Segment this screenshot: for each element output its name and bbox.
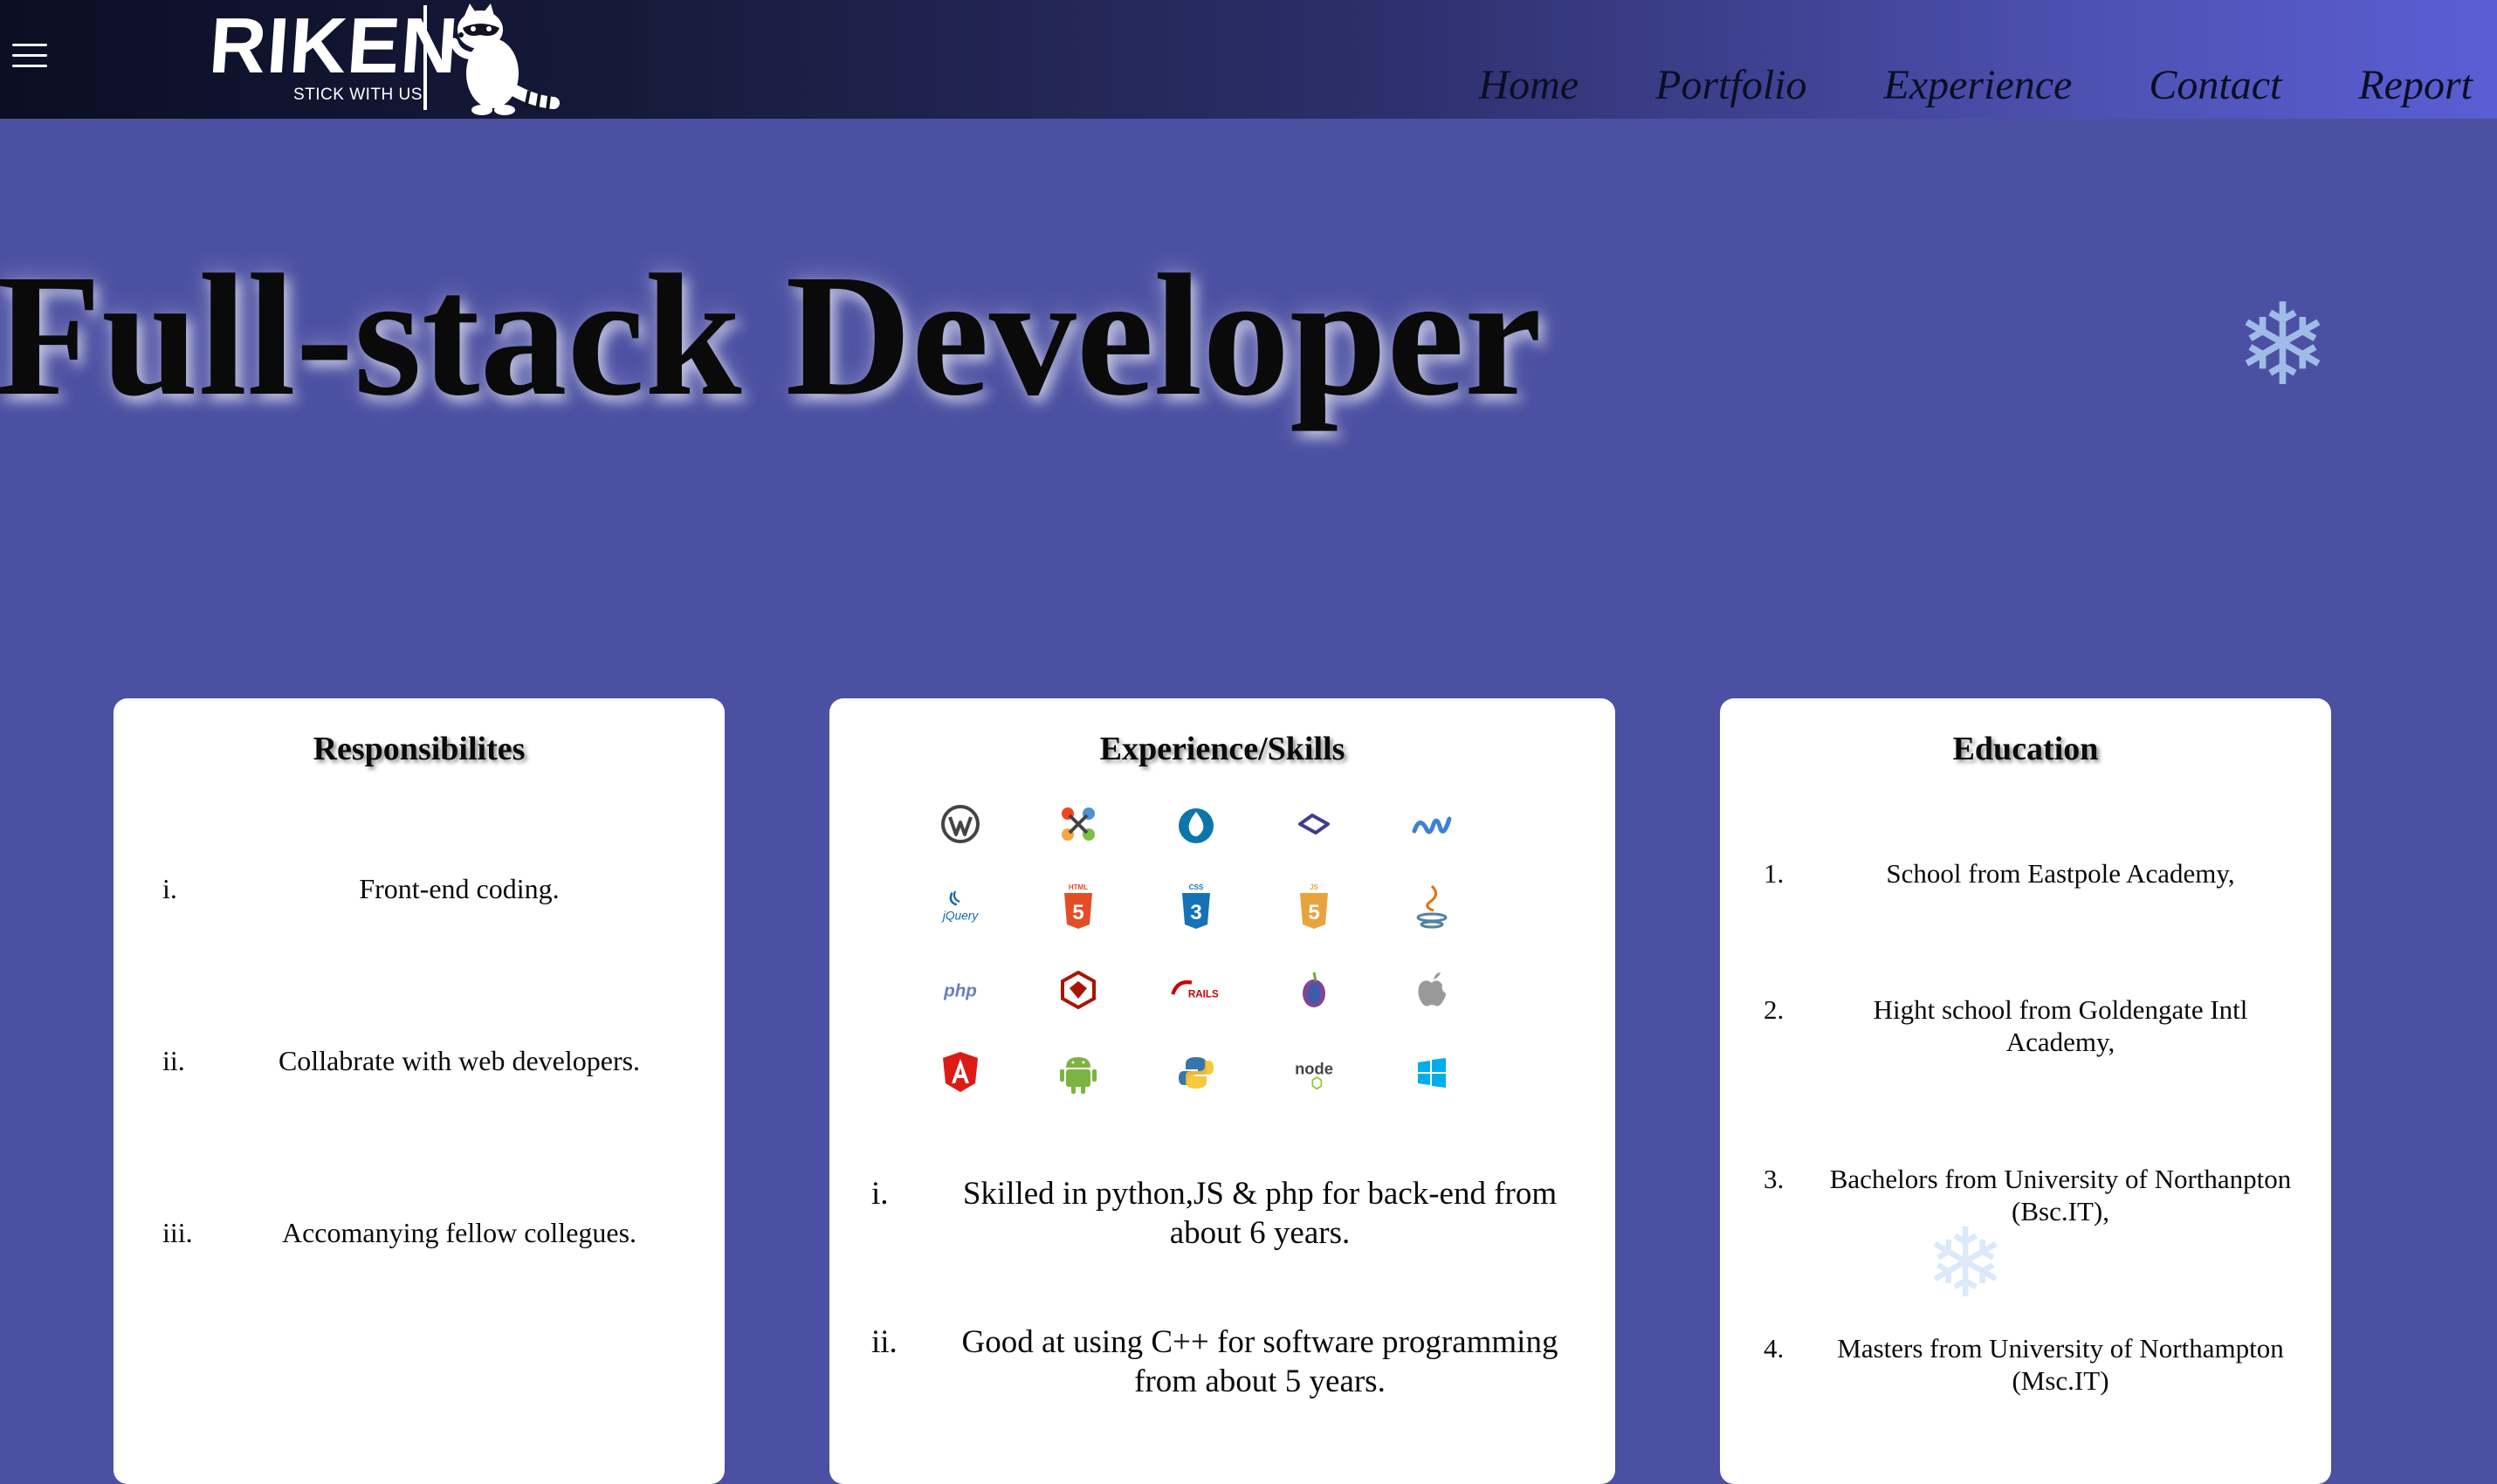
- list-number: ii.: [871, 1324, 898, 1360]
- nav-home[interactable]: Home: [1479, 61, 1579, 109]
- svg-text:3: 3: [1190, 901, 1201, 924]
- svg-text:5: 5: [1308, 901, 1319, 924]
- raccoon-mascot-icon: [450, 3, 560, 115]
- apple-icon: [1406, 964, 1458, 1016]
- joomla-icon: [1052, 798, 1104, 850]
- list-text: Front-end coding.: [359, 873, 560, 904]
- windows-icon: [1406, 1047, 1458, 1099]
- node-icon: node: [1288, 1047, 1340, 1099]
- list-item: 1. School from Eastpole Academy,: [1764, 857, 2296, 890]
- list-item: i. Front-end coding.: [162, 873, 686, 905]
- list-text: Masters from University of Northampton (…: [1837, 1333, 2284, 1397]
- python-icon: [1170, 1047, 1222, 1099]
- list-item: i. Skilled in python,JS & php for back-e…: [871, 1174, 1587, 1253]
- responsibilities-card: Responsibilites i. Front-end coding. ii.…: [114, 698, 725, 1484]
- list-text: Good at using C++ for software programmi…: [961, 1324, 1558, 1400]
- list-text: School from Eastpole Academy,: [1886, 858, 2235, 889]
- list-item: 2. Hight school from Goldengate Intl Aca…: [1764, 993, 2296, 1058]
- java-icon: [1406, 881, 1458, 933]
- list-number: 4.: [1764, 1333, 1785, 1364]
- zend-icon: [1288, 798, 1340, 850]
- ruby-icon: [1052, 964, 1104, 1016]
- list-number: i.: [871, 1176, 889, 1212]
- svg-text:5: 5: [1072, 901, 1083, 924]
- brand-logo[interactable]: RIKEN STICK WITH US: [207, 0, 576, 119]
- nav-portfolio[interactable]: Portfolio: [1655, 61, 1806, 109]
- skills-card: Experience/Skills jQuery HTML 5 CSS 3 JS 5: [829, 698, 1615, 1484]
- list-item: ii. Good at using C++ for software progr…: [871, 1323, 1587, 1401]
- list-item: 3. Bachelors from University of Northanp…: [1764, 1163, 2296, 1227]
- list-item: 4. Masters from University of Northampto…: [1764, 1332, 2296, 1397]
- javascript-icon: JS 5: [1288, 881, 1340, 933]
- list-text: Bachelors from University of Northanpton…: [1829, 1164, 2292, 1227]
- tor-icon: [1288, 964, 1340, 1016]
- angular-icon: [934, 1047, 987, 1099]
- education-card: Education 1. School from Eastpole Academ…: [1720, 698, 2331, 1484]
- wordpress-icon: [934, 798, 987, 850]
- php-icon: php: [934, 964, 987, 1016]
- jquery-icon: jQuery: [934, 881, 987, 933]
- list-number: ii.: [162, 1045, 185, 1076]
- snowflake-icon: ❄: [2235, 278, 2330, 411]
- html-label: HTML: [1069, 883, 1088, 891]
- list-number: iii.: [162, 1217, 193, 1248]
- card-title: Experience/Skills: [1099, 731, 1345, 767]
- php-label: php: [943, 981, 977, 1001]
- hero-title: Full-stack Developer: [0, 239, 1542, 432]
- node-label: node: [1295, 1060, 1333, 1078]
- list-number: 1.: [1764, 858, 1785, 889]
- list-text: Hight school from Goldengate Intl Academ…: [1873, 994, 2248, 1058]
- hamburger-line: [12, 65, 47, 67]
- list-text: Skilled in python,JS & php for back-end …: [962, 1176, 1558, 1252]
- rails-icon: RAILS: [1170, 964, 1222, 1016]
- main-nav: Home Portfolio Experience Contact Report: [1479, 61, 2473, 109]
- nav-experience[interactable]: Experience: [1884, 61, 2073, 109]
- android-icon: [1052, 1047, 1104, 1099]
- card-title: Responsibilites: [313, 731, 526, 767]
- logo-tagline: STICK WITH US: [293, 86, 423, 104]
- list-text: Collabrate with web developers.: [278, 1045, 641, 1076]
- css3-icon: CSS 3: [1170, 881, 1222, 933]
- list-number: i.: [162, 873, 177, 904]
- dotnet-icon: [1406, 798, 1458, 850]
- list-number: 3.: [1764, 1164, 1785, 1194]
- logo-divider: [423, 5, 427, 110]
- list-number: 2.: [1764, 994, 1785, 1025]
- snowflake-icon: ❄: [1925, 1207, 2006, 1319]
- css-label: CSS: [1189, 883, 1204, 891]
- hamburger-line: [12, 54, 47, 57]
- card-title: Education: [1952, 731, 2099, 767]
- top-header: RIKEN STICK WITH US Home Portfolio Exper…: [0, 0, 2497, 119]
- list-item: iii. Accomanying fellow collegues.: [162, 1217, 686, 1249]
- html5-icon: HTML 5: [1052, 881, 1104, 933]
- nav-report[interactable]: Report: [2358, 61, 2473, 109]
- hamburger-menu-icon[interactable]: [12, 44, 47, 68]
- jquery-label: jQuery: [941, 910, 980, 923]
- js-label: JS: [1310, 883, 1318, 891]
- drupal-icon: [1170, 798, 1222, 850]
- rails-label: RAILS: [1188, 988, 1219, 1000]
- list-item: ii. Collabrate with web developers.: [162, 1045, 686, 1077]
- list-text: Accomanying fellow collegues.: [281, 1217, 637, 1248]
- nav-contact[interactable]: Contact: [2149, 61, 2281, 109]
- hamburger-line: [12, 44, 47, 46]
